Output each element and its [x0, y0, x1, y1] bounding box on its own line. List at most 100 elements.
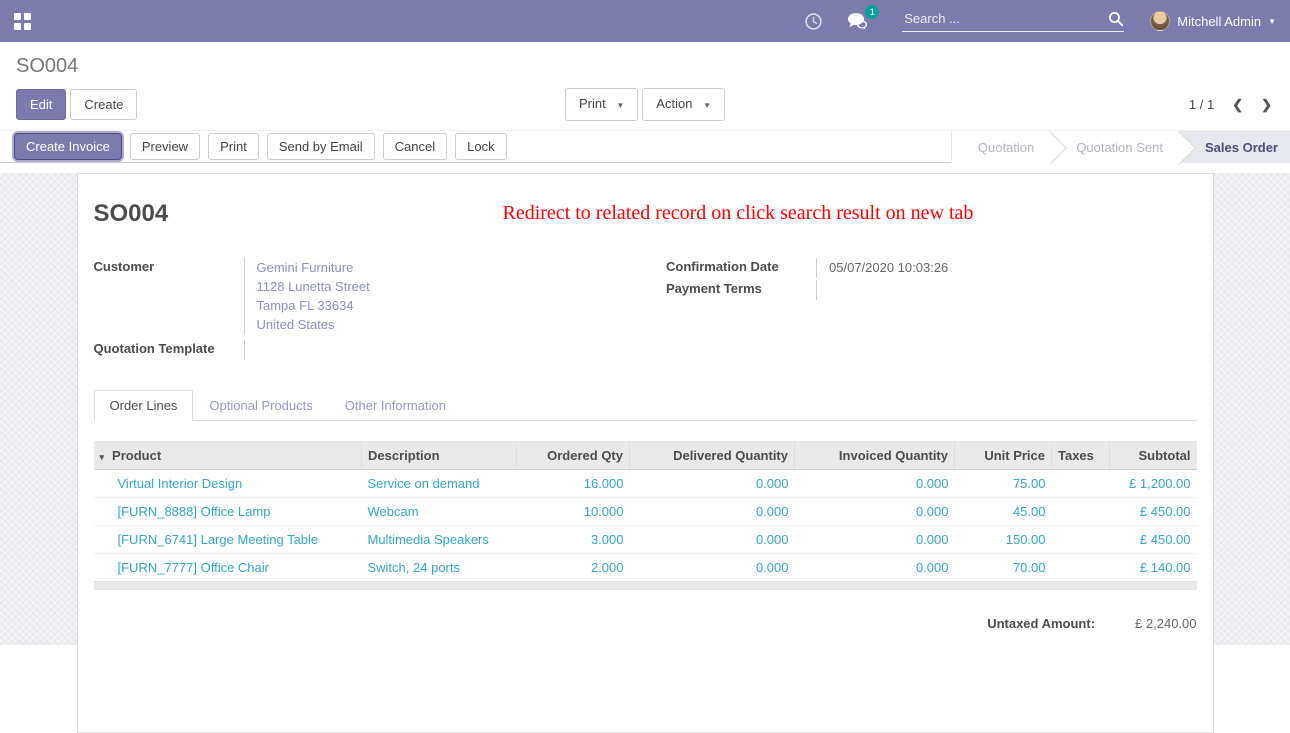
- cell-unit-price[interactable]: 75.00: [955, 470, 1052, 498]
- cell-product[interactable]: [FURN_8888] Office Lamp: [94, 498, 362, 526]
- print-button[interactable]: Print: [208, 133, 259, 160]
- column-header-delivered-quantity[interactable]: Delivered Quantity: [630, 442, 795, 470]
- create-invoice-button[interactable]: Create Invoice: [14, 133, 122, 160]
- cell-subtotal[interactable]: £ 1,200.00: [1110, 470, 1197, 498]
- cell-invoiced-qty[interactable]: 0.000: [795, 526, 955, 554]
- notebook-tabs: Order Lines Optional Products Other Info…: [94, 390, 1197, 421]
- chevron-down-icon: ▼: [703, 101, 711, 110]
- cell-invoiced-qty[interactable]: 0.000: [795, 470, 955, 498]
- edit-button[interactable]: Edit: [16, 89, 66, 120]
- customer-city: Tampa FL 33634: [257, 296, 625, 315]
- tab-order-lines[interactable]: Order Lines: [94, 390, 194, 421]
- customer-name[interactable]: Gemini Furniture: [257, 258, 625, 277]
- cell-taxes[interactable]: [1052, 554, 1110, 582]
- chevron-down-icon: ▼: [616, 101, 624, 110]
- table-footer-strip: [94, 581, 1197, 590]
- column-header-ordered-qty[interactable]: Ordered Qty: [517, 442, 630, 470]
- activities-clock-icon[interactable]: [805, 13, 822, 30]
- apps-menu-icon[interactable]: [14, 13, 31, 30]
- cancel-button[interactable]: Cancel: [383, 133, 447, 160]
- quotation-template-value: [244, 340, 625, 360]
- column-header-unit-price[interactable]: Unit Price: [955, 442, 1052, 470]
- user-menu[interactable]: Mitchell Admin ▼: [1150, 11, 1276, 31]
- search-icon[interactable]: [1108, 11, 1124, 27]
- print-dropdown-button[interactable]: Print ▼: [565, 88, 638, 121]
- cell-delivered-qty[interactable]: 0.000: [630, 470, 795, 498]
- user-avatar: [1150, 11, 1170, 31]
- control-panel: SO004 Edit Create Print ▼ Action ▼ 1 / 1…: [0, 42, 1290, 130]
- cell-ordered-qty[interactable]: 10.000: [517, 498, 630, 526]
- cell-taxes[interactable]: [1052, 470, 1110, 498]
- messages-icon[interactable]: 1: [846, 12, 868, 30]
- cell-description[interactable]: Switch, 24 ports: [362, 554, 517, 582]
- tab-optional-products[interactable]: Optional Products: [193, 390, 328, 421]
- order-line-row: [FURN_8888] Office Lamp Webcam 10.000 0.…: [94, 498, 1197, 526]
- cell-subtotal[interactable]: £ 140.00: [1110, 554, 1197, 582]
- cell-invoiced-qty[interactable]: 0.000: [795, 554, 955, 582]
- cell-product[interactable]: Virtual Interior Design: [94, 470, 362, 498]
- status-step-label: Sales Order: [1205, 140, 1278, 155]
- field-quotation-template: Quotation Template: [94, 340, 625, 360]
- cell-description[interactable]: Multimedia Speakers: [362, 526, 517, 554]
- cell-unit-price[interactable]: 150.00: [955, 526, 1052, 554]
- field-payment-terms: Payment Terms: [666, 280, 1197, 300]
- column-header-taxes[interactable]: Taxes: [1052, 442, 1110, 470]
- clock-icon: [805, 13, 822, 30]
- payment-terms-label: Payment Terms: [666, 280, 816, 300]
- column-header-invoiced-quantity[interactable]: Invoiced Quantity: [795, 442, 955, 470]
- cell-delivered-qty[interactable]: 0.000: [630, 526, 795, 554]
- untaxed-amount-value: £ 2,240.00: [1135, 616, 1196, 631]
- payment-terms-value: [816, 280, 1197, 300]
- create-button[interactable]: Create: [70, 89, 137, 120]
- column-header-product[interactable]: ▾ Product: [94, 442, 362, 470]
- preview-button[interactable]: Preview: [130, 133, 200, 160]
- status-step-quotation[interactable]: Quotation: [951, 131, 1050, 163]
- tab-other-information[interactable]: Other Information: [329, 390, 462, 421]
- customer-label: Customer: [94, 258, 244, 334]
- action-dropdown-button[interactable]: Action ▼: [642, 88, 725, 121]
- global-search: [902, 10, 1124, 32]
- customer-street: 1128 Lunetta Street: [257, 277, 625, 296]
- cell-ordered-qty[interactable]: 16.000: [517, 470, 630, 498]
- cell-description[interactable]: Service on demand: [362, 470, 517, 498]
- print-label: Print: [579, 96, 606, 111]
- cell-product[interactable]: [FURN_7777] Office Chair: [94, 554, 362, 582]
- column-header-subtotal[interactable]: Subtotal: [1110, 442, 1197, 470]
- cell-delivered-qty[interactable]: 0.000: [630, 498, 795, 526]
- form-view-background: SO004 Redirect to related record on clic…: [0, 173, 1290, 645]
- cell-product[interactable]: [FURN_6741] Large Meeting Table: [94, 526, 362, 554]
- cell-unit-price[interactable]: 45.00: [955, 498, 1052, 526]
- cell-subtotal[interactable]: £ 450.00: [1110, 526, 1197, 554]
- cell-description[interactable]: Webcam: [362, 498, 517, 526]
- order-line-row: [FURN_7777] Office Chair Switch, 24 port…: [94, 554, 1197, 582]
- pager-previous-icon[interactable]: ❮: [1232, 97, 1243, 113]
- status-pipeline: Quotation Quotation Sent Sales Order: [951, 131, 1290, 163]
- cell-invoiced-qty[interactable]: 0.000: [795, 498, 955, 526]
- quotation-template-label: Quotation Template: [94, 340, 244, 360]
- cell-ordered-qty[interactable]: 2.000: [517, 554, 630, 582]
- sort-caret-icon[interactable]: ▾: [100, 452, 105, 462]
- confirmation-date-value: 05/07/2020 10:03:26: [816, 258, 1197, 278]
- customer-value[interactable]: Gemini Furniture 1128 Lunetta Street Tam…: [244, 258, 625, 334]
- send-by-email-button[interactable]: Send by Email: [267, 133, 375, 160]
- lock-button[interactable]: Lock: [455, 133, 506, 160]
- cell-ordered-qty[interactable]: 3.000: [517, 526, 630, 554]
- apps-grid-square: [14, 23, 21, 30]
- topbar: 1 Mitchell Admin ▼: [0, 0, 1290, 42]
- cell-taxes[interactable]: [1052, 526, 1110, 554]
- apps-grid-square: [14, 13, 21, 20]
- cell-delivered-qty[interactable]: 0.000: [630, 554, 795, 582]
- cell-taxes[interactable]: [1052, 498, 1110, 526]
- column-header-description[interactable]: Description: [362, 442, 517, 470]
- status-step-quotation-sent[interactable]: Quotation Sent: [1050, 131, 1179, 163]
- header-label: Product: [112, 448, 161, 463]
- field-confirmation-date: Confirmation Date 05/07/2020 10:03:26: [666, 258, 1197, 278]
- order-line-row: Virtual Interior Design Service on deman…: [94, 470, 1197, 498]
- pager-next-icon[interactable]: ❯: [1261, 97, 1272, 113]
- order-line-row: [FURN_6741] Large Meeting Table Multimed…: [94, 526, 1197, 554]
- cell-unit-price[interactable]: 70.00: [955, 554, 1052, 582]
- customer-country: United States: [257, 315, 625, 334]
- cell-subtotal[interactable]: £ 450.00: [1110, 498, 1197, 526]
- search-input[interactable]: [902, 10, 1108, 27]
- field-customer: Customer Gemini Furniture 1128 Lunetta S…: [94, 258, 625, 334]
